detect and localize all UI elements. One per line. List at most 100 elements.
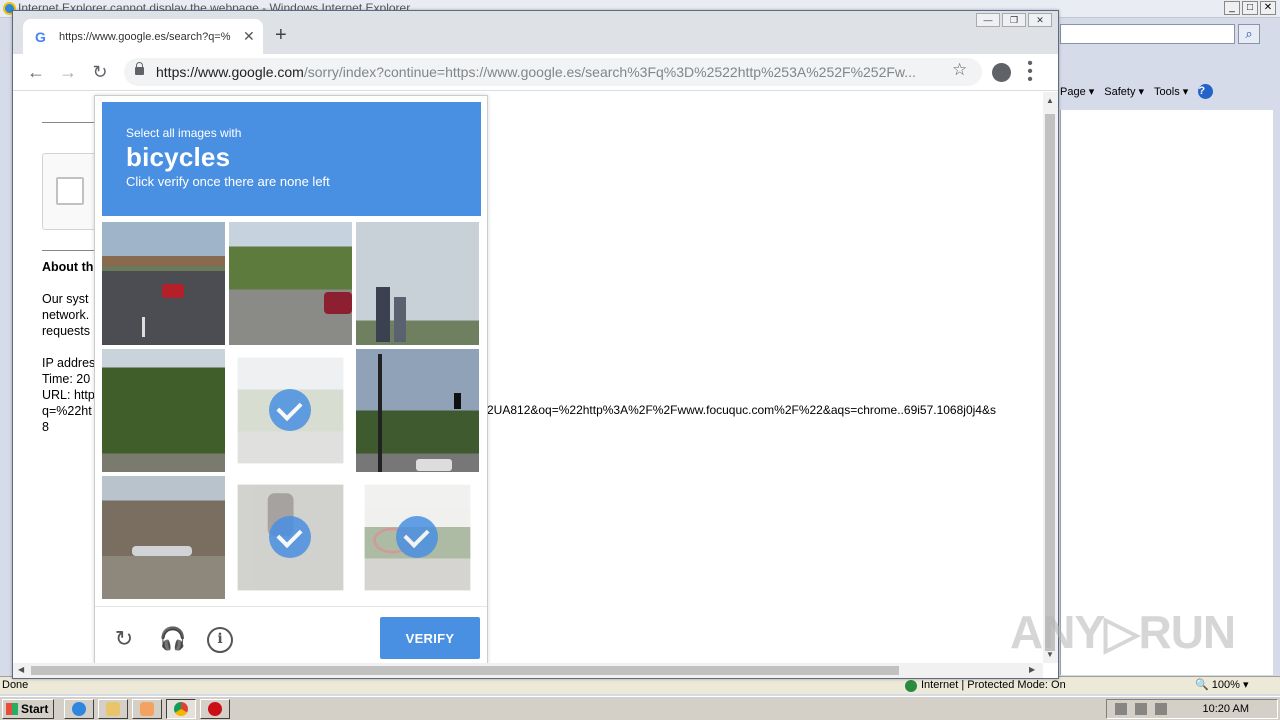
url-path: /sorry/index?continue=https://www.google… <box>303 64 916 80</box>
scroll-thumb[interactable] <box>1045 114 1055 651</box>
image-tile-selected[interactable] <box>356 476 479 599</box>
tab-title: https://www.google.es/search?q=% <box>59 30 231 43</box>
challenge-instruction: Select all images with <box>126 126 242 140</box>
opera-icon <box>208 702 222 716</box>
search-icon[interactable]: ⌕ <box>1238 24 1260 44</box>
anyrun-watermark: ANY▷RUN <box>1010 606 1236 658</box>
scroll-right-icon[interactable]: ▶ <box>1029 665 1035 674</box>
time-line: Time: 20 <box>42 372 91 386</box>
image-tile[interactable] <box>356 222 479 345</box>
clock[interactable]: 10:20 AM <box>1203 703 1249 715</box>
challenge-subtext: Click verify once there are none left <box>126 174 330 189</box>
scroll-up-icon[interactable]: ▲ <box>1046 96 1054 105</box>
volume-icon[interactable] <box>1135 703 1147 715</box>
status-done-text: Done <box>2 679 29 691</box>
checkmark-icon <box>269 389 311 431</box>
url-line-2: q=%22ht <box>42 404 92 418</box>
ie-command-bar: Page ▾ Safety ▾ Tools ▾ ? <box>1060 84 1214 99</box>
recaptcha-challenge: Select all images with bicycles Click ve… <box>94 95 488 663</box>
divider <box>42 250 102 251</box>
ie-content-area <box>1060 110 1273 675</box>
image-tile[interactable] <box>356 349 479 472</box>
taskbar-ie[interactable] <box>64 699 94 719</box>
divider <box>42 122 102 123</box>
reload-button[interactable]: ↻ <box>88 60 112 84</box>
recaptcha-checkbox[interactable] <box>56 177 84 205</box>
ie-restore-button[interactable]: □ <box>1242 1 1258 15</box>
reload-icon[interactable]: ↻ <box>111 627 137 653</box>
back-button[interactable]: ← <box>24 60 48 84</box>
image-tile[interactable] <box>102 349 225 472</box>
taskbar-explorer[interactable] <box>98 699 128 719</box>
checkmark-icon <box>396 516 438 558</box>
zoom-control[interactable]: 🔍 100% ▾ <box>1195 677 1248 694</box>
lock-icon <box>135 62 144 75</box>
network-icon[interactable] <box>1115 703 1127 715</box>
headphones-icon[interactable]: 🎧 <box>159 627 186 653</box>
vertical-scrollbar[interactable]: ▲ ▼ <box>1043 92 1058 663</box>
tab-strip: G https://www.google.es/search?q=% ✕ + —… <box>13 11 1058 54</box>
media-player-icon <box>140 702 154 716</box>
image-tile[interactable] <box>229 222 352 345</box>
taskbar: Start 10:20 AM <box>0 696 1280 720</box>
start-button[interactable]: Start <box>2 699 54 719</box>
ie-close-button[interactable]: ✕ <box>1260 1 1276 15</box>
menu-dots-icon[interactable]: • • • <box>1027 56 1033 88</box>
street-trees-image <box>229 222 352 345</box>
ie-page-menu[interactable]: Page ▾ <box>1060 84 1094 99</box>
ie-safety-menu[interactable]: Safety ▾ <box>1104 84 1144 99</box>
url-tail-text: 2UA812&oq=%22http%3A%2F%2Fwww.focuquc.co… <box>487 403 996 417</box>
chrome-toolbar: ← → ↻ https://www.google.com/sorry/index… <box>13 54 1058 91</box>
forward-button[interactable]: → <box>56 60 80 84</box>
chrome-close-button[interactable]: ✕ <box>1028 13 1052 27</box>
flag-icon[interactable] <box>1155 703 1167 715</box>
image-tile[interactable] <box>102 476 225 599</box>
url-line: URL: http <box>42 388 95 402</box>
info-line: requests <box>42 324 90 338</box>
page-content: About th Our syst network. requests IP a… <box>13 92 1043 663</box>
info-line: network. <box>42 308 90 322</box>
chrome-restore-button[interactable]: ❐ <box>1002 13 1026 27</box>
google-favicon-icon: G <box>35 28 46 45</box>
info-line: Our syst <box>42 292 89 306</box>
image-tile-selected[interactable] <box>229 476 352 599</box>
folder-icon <box>106 702 120 716</box>
taskbar-opera[interactable] <box>200 699 230 719</box>
ip-line: IP addres <box>42 356 96 370</box>
ie-tools-menu[interactable]: Tools ▾ <box>1154 84 1188 99</box>
help-icon[interactable]: ? <box>1198 84 1214 99</box>
url-line-3: 8 <box>42 420 49 434</box>
scroll-left-icon[interactable]: ◀ <box>18 665 24 674</box>
towers-image <box>356 222 479 345</box>
about-heading: About th <box>42 260 94 274</box>
status-zone: Internet | Protected Mode: On <box>905 677 1066 694</box>
bookmark-star-icon[interactable]: ☆ <box>952 60 967 80</box>
new-tab-button[interactable]: + <box>275 25 287 45</box>
image-tile[interactable] <box>102 222 225 345</box>
windows-flag-icon <box>6 703 18 715</box>
image-tile-selected[interactable] <box>229 349 352 472</box>
ie-search-input[interactable] <box>1060 24 1235 44</box>
verify-button[interactable]: VERIFY <box>380 617 480 659</box>
system-tray: 10:20 AM <box>1106 699 1278 719</box>
chrome-icon <box>174 702 188 716</box>
ie-icon <box>72 702 86 716</box>
close-tab-icon[interactable]: ✕ <box>243 28 255 45</box>
profile-avatar-icon[interactable] <box>992 63 1011 82</box>
tab-google-search[interactable]: G https://www.google.es/search?q=% ✕ <box>23 19 263 54</box>
checkmark-icon <box>269 516 311 558</box>
taskbar-chrome[interactable] <box>166 699 196 719</box>
info-icon[interactable]: i <box>207 627 233 653</box>
address-bar[interactable]: https://www.google.com/sorry/index?conti… <box>124 58 982 86</box>
recaptcha-anchor <box>42 153 102 230</box>
ie-minimize-button[interactable]: _ <box>1224 1 1240 15</box>
zone-text: Internet | Protected Mode: On <box>921 679 1066 691</box>
taskbar-media[interactable] <box>132 699 162 719</box>
scroll-thumb[interactable] <box>31 666 899 675</box>
horizontal-scrollbar[interactable]: ◀ ▶ <box>13 663 1043 678</box>
image-grid <box>102 222 481 601</box>
challenge-keyword: bicycles <box>126 142 231 172</box>
url-host: https://www.google.com <box>156 64 304 80</box>
start-label: Start <box>21 702 49 716</box>
chrome-minimize-button[interactable]: — <box>976 13 1000 27</box>
